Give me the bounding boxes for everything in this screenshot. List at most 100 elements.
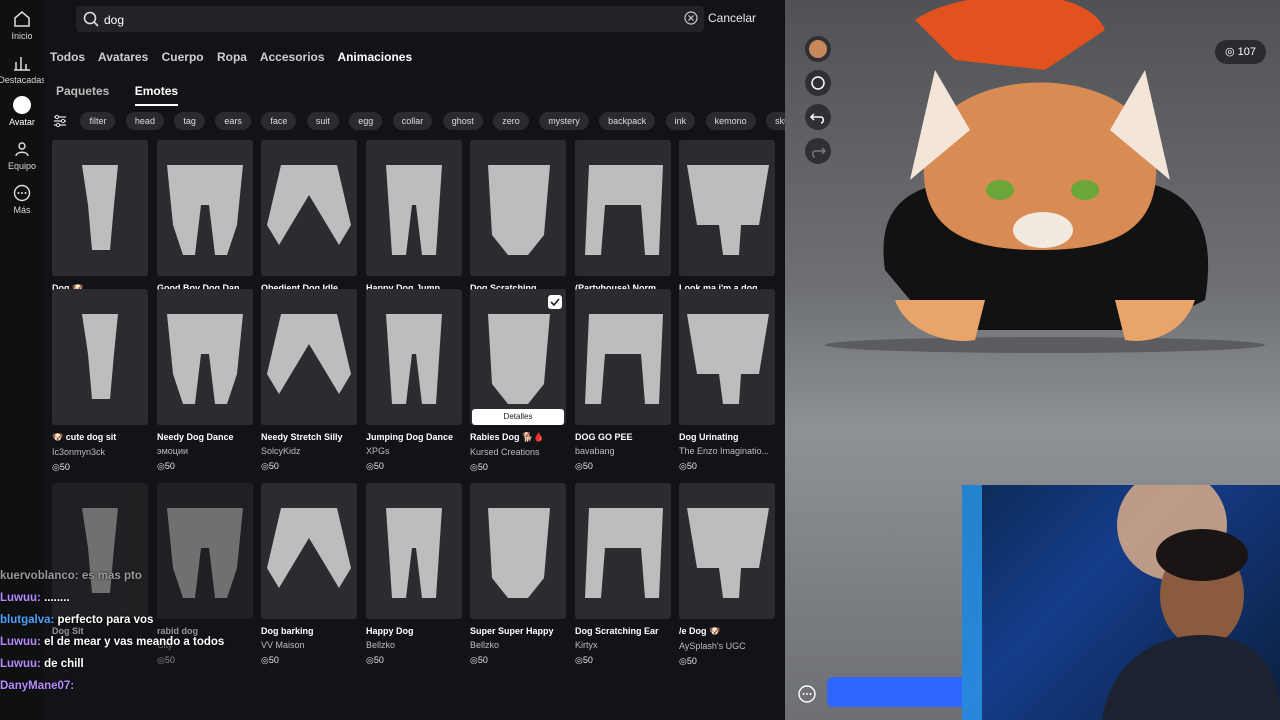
emote-card[interactable]: Jumping Dog Dance XPGs ◎50 bbox=[366, 289, 464, 472]
sidebar-item-inicio[interactable]: Inicio bbox=[0, 10, 44, 41]
price-value: 50 bbox=[164, 461, 175, 471]
emote-thumbnail[interactable] bbox=[261, 140, 357, 276]
emote-silhouette-icon bbox=[687, 165, 769, 255]
emote-name: Happy Dog bbox=[366, 626, 414, 636]
emote-thumbnail[interactable] bbox=[679, 140, 775, 276]
sidebar-item-equipo[interactable]: Equipo bbox=[0, 140, 44, 171]
emote-thumbnail[interactable] bbox=[366, 140, 462, 276]
redo-icon bbox=[812, 147, 827, 158]
emote-creator[interactable]: Kirtyx bbox=[575, 640, 673, 650]
undo-icon bbox=[809, 113, 824, 124]
emote-card[interactable]: Needy Stretch Silly SolcyKidz ◎50 bbox=[261, 289, 359, 472]
emote-card[interactable]: 🐶 cute dog sit Ic3onmyn3ck ◎50 bbox=[52, 289, 150, 473]
emote-card[interactable]: Dog Urinating The Enzo Imaginatio... ◎50 bbox=[679, 289, 777, 472]
chat-bubble-icon[interactable] bbox=[797, 684, 817, 704]
emote-silhouette-icon bbox=[267, 314, 351, 394]
undo-button[interactable] bbox=[805, 104, 831, 130]
emote-thumbnail[interactable] bbox=[366, 483, 462, 619]
emote-creator[interactable]: эмоции bbox=[157, 446, 255, 456]
emote-creator[interactable]: The Enzo Imaginatio... bbox=[679, 446, 777, 456]
emote-silhouette-icon bbox=[488, 165, 550, 255]
robux-balance[interactable]: ◎ 107 bbox=[1214, 40, 1266, 64]
emote-thumbnail[interactable] bbox=[52, 289, 148, 425]
emote-silhouette-icon bbox=[585, 508, 663, 598]
emote-silhouette-icon bbox=[687, 508, 769, 598]
emote-thumbnail[interactable] bbox=[157, 289, 253, 425]
chat-text: de chill bbox=[44, 658, 84, 670]
sidebar-item-label: Inicio bbox=[11, 31, 33, 41]
robux-icon: ◎ bbox=[366, 655, 374, 665]
emote-thumbnail[interactable] bbox=[261, 483, 357, 619]
emote-thumbnail[interactable]: Detalles bbox=[470, 289, 566, 425]
emote-silhouette-icon bbox=[167, 314, 243, 404]
chat-message: Luwuu: de chill bbox=[0, 653, 260, 675]
emote-creator[interactable]: bavabang bbox=[575, 446, 673, 456]
action-button[interactable] bbox=[827, 677, 967, 707]
sidebar-item-mas[interactable]: Más bbox=[0, 184, 44, 215]
emote-thumbnail[interactable] bbox=[575, 289, 671, 425]
emote-thumbnail[interactable] bbox=[679, 483, 775, 619]
emote-name: DOG GO PEE bbox=[575, 432, 633, 442]
chat-username[interactable]: Luwuu: bbox=[0, 636, 41, 648]
emote-price: ◎50 bbox=[366, 461, 464, 472]
emote-card[interactable]: Detalles Rabies Dog 🐕🩸 Kursed Creations ◎50 bbox=[470, 289, 568, 473]
emote-thumbnail[interactable] bbox=[575, 140, 671, 276]
chat-text: perfecto para vos bbox=[57, 614, 154, 626]
emote-thumbnail[interactable] bbox=[470, 483, 566, 619]
emote-thumbnail[interactable] bbox=[470, 140, 566, 276]
emote-thumbnail[interactable] bbox=[679, 289, 775, 425]
emote-card[interactable]: Dog Scratching Ear Kirtyx ◎50 bbox=[575, 483, 673, 666]
chat-username[interactable]: Luwuu: bbox=[0, 658, 41, 670]
emote-silhouette-icon bbox=[267, 508, 351, 588]
chat-username[interactable]: kuervoblanco: bbox=[0, 570, 79, 582]
avatar-icon bbox=[809, 40, 827, 58]
price-value: 50 bbox=[582, 461, 593, 471]
emote-creator[interactable]: Bellzko bbox=[366, 640, 464, 650]
price-value: 50 bbox=[477, 655, 488, 665]
emote-card[interactable]: Super Super Happy Bellzko ◎50 bbox=[470, 483, 568, 666]
sidebar-item-destacadas[interactable]: Destacadas bbox=[0, 54, 46, 85]
emote-thumbnail[interactable] bbox=[157, 140, 253, 276]
details-button[interactable]: Detalles bbox=[472, 409, 564, 425]
emote-card[interactable]: /e Dog 🐶 AySplash's UGC ◎50 bbox=[679, 483, 777, 667]
emote-card[interactable]: DOG GO PEE bavabang ◎50 bbox=[575, 289, 673, 472]
sidebar-item-avatar[interactable]: Avatar bbox=[0, 96, 44, 127]
emote-creator[interactable]: XPGs bbox=[366, 446, 464, 456]
customize-button[interactable] bbox=[805, 70, 831, 96]
emote-creator[interactable]: VV Maison bbox=[261, 640, 359, 650]
robux-icon: ◎ bbox=[157, 461, 165, 471]
emote-thumbnail[interactable] bbox=[261, 289, 357, 425]
avatar-thumbnail-button[interactable] bbox=[805, 36, 831, 62]
emote-silhouette-icon bbox=[167, 165, 243, 255]
emote-card[interactable]: Happy Dog Bellzko ◎50 bbox=[366, 483, 464, 666]
emote-card[interactable]: Needy Dog Dance эмоции ◎50 bbox=[157, 289, 255, 472]
emote-creator[interactable]: Bellzko bbox=[470, 640, 568, 650]
redo-button[interactable] bbox=[805, 138, 831, 164]
streamer-image bbox=[962, 485, 1280, 720]
emote-name: Needy Stretch Silly bbox=[261, 432, 343, 442]
emote-name: Dog barking bbox=[261, 626, 314, 636]
chat-message: kuervoblanco: es mas pto bbox=[0, 565, 260, 587]
emote-creator[interactable]: AySplash's UGC bbox=[679, 641, 777, 651]
emote-creator[interactable]: SolcyKidz bbox=[261, 446, 359, 456]
chat-username[interactable]: blutgalva: bbox=[0, 614, 54, 626]
emote-thumbnail[interactable] bbox=[366, 289, 462, 425]
selected-check-icon bbox=[548, 295, 562, 309]
emote-thumbnail[interactable] bbox=[575, 483, 671, 619]
emote-creator[interactable]: Ic3onmyn3ck bbox=[52, 447, 150, 457]
sidebar-item-label: Más bbox=[13, 205, 31, 215]
chat-username[interactable]: DanyMane07: bbox=[0, 680, 74, 692]
emote-silhouette-icon bbox=[82, 314, 118, 399]
emote-name: Rabies Dog 🐕🩸 bbox=[470, 432, 545, 442]
team-icon bbox=[15, 142, 29, 157]
robux-icon: ◎ bbox=[575, 655, 583, 665]
robux-icon: ◎ bbox=[470, 462, 478, 472]
robux-icon: ◎ bbox=[575, 461, 583, 471]
emote-silhouette-icon bbox=[488, 508, 550, 598]
stream-chat: kuervoblanco: es mas pto Luwuu: ........ b… bbox=[0, 565, 260, 697]
emote-thumbnail[interactable] bbox=[52, 140, 148, 276]
chat-username[interactable]: Luwuu: bbox=[0, 592, 41, 604]
emote-creator[interactable]: Kursed Creations bbox=[470, 447, 568, 457]
chat-text: el de mear y vas meando a todos bbox=[44, 636, 225, 648]
emote-card[interactable]: Dog barking VV Maison ◎50 bbox=[261, 483, 359, 666]
